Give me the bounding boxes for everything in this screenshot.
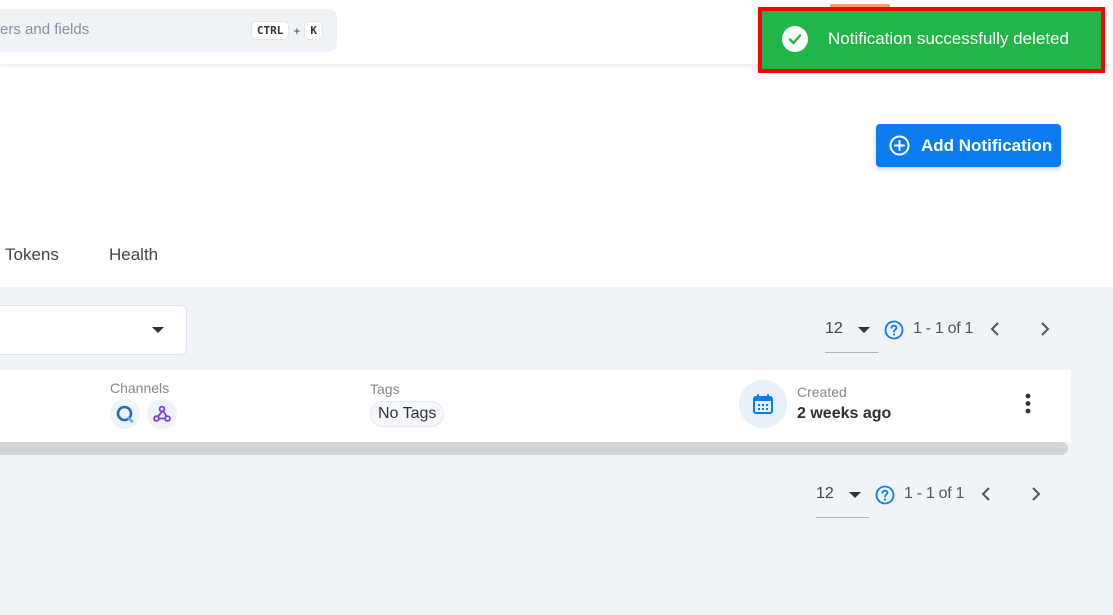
add-notification-label: Add Notification	[921, 136, 1053, 155]
caret-down-icon[interactable]	[858, 327, 870, 333]
tab-tokens[interactable]: Tokens	[5, 245, 59, 265]
page-size-underline	[816, 517, 869, 518]
chevron-right-icon[interactable]	[1037, 318, 1053, 340]
page-range: 1 - 1 of 1	[904, 485, 965, 502]
tag-chip: No Tags	[370, 401, 445, 427]
help-circle-icon[interactable]	[875, 485, 895, 505]
pagination-bottom: 12 1 - 1 of 1	[816, 477, 1056, 518]
global-search[interactable]: ers and fields CTRL + K	[0, 9, 337, 52]
shortcut-key-ctrl: CTRL	[250, 21, 290, 40]
toast-message: Notification successfully deleted	[828, 29, 1069, 48]
tab-health[interactable]: Health	[109, 245, 158, 265]
caret-down-icon[interactable]	[849, 492, 861, 498]
pagination-top: 12 1 - 1 of 1	[825, 312, 1065, 353]
chevron-left-icon[interactable]	[987, 318, 1003, 340]
success-toast[interactable]: Notification successfully deleted	[762, 11, 1101, 69]
check-circle-icon	[782, 26, 808, 52]
toast-highlight: Notification successfully deleted	[758, 7, 1105, 73]
page-range: 1 - 1 of 1	[913, 320, 974, 337]
created-value: 2 weeks ago	[797, 405, 892, 422]
tags-label: Tags	[370, 381, 400, 397]
page-size-select[interactable]: 12	[816, 485, 834, 503]
webhook-icon	[147, 399, 177, 429]
qualytics-icon	[110, 399, 140, 429]
horizontal-scrollbar[interactable]	[0, 442, 1068, 455]
channels-label: Channels	[110, 380, 170, 396]
calendar-icon	[739, 380, 787, 428]
filter-select[interactable]	[0, 305, 187, 355]
shortcut-plus: +	[293, 23, 301, 38]
page-size-select[interactable]: 12	[825, 320, 843, 338]
shortcut-key-k: K	[304, 21, 323, 40]
notification-card[interactable]: Channels Tags No Tags Created 2 weeks ag…	[0, 370, 1071, 442]
add-notification-button[interactable]: Add Notification	[876, 124, 1061, 167]
help-circle-icon[interactable]	[884, 320, 904, 340]
caret-down-icon	[152, 327, 164, 333]
chevron-left-icon[interactable]	[978, 483, 994, 505]
content-area: 12 1 - 1 of 1 Channels Tags No Tags Crea…	[0, 287, 1113, 615]
created-label: Created	[797, 384, 847, 400]
more-options-icon[interactable]	[1020, 391, 1036, 417]
page-size-underline	[825, 352, 878, 353]
search-shortcut: CTRL + K	[250, 21, 323, 40]
search-placeholder[interactable]: ers and fields	[0, 21, 89, 38]
chevron-right-icon[interactable]	[1028, 483, 1044, 505]
plus-circle-icon	[889, 135, 910, 156]
tab-bar: Tokens Health	[0, 235, 1113, 285]
